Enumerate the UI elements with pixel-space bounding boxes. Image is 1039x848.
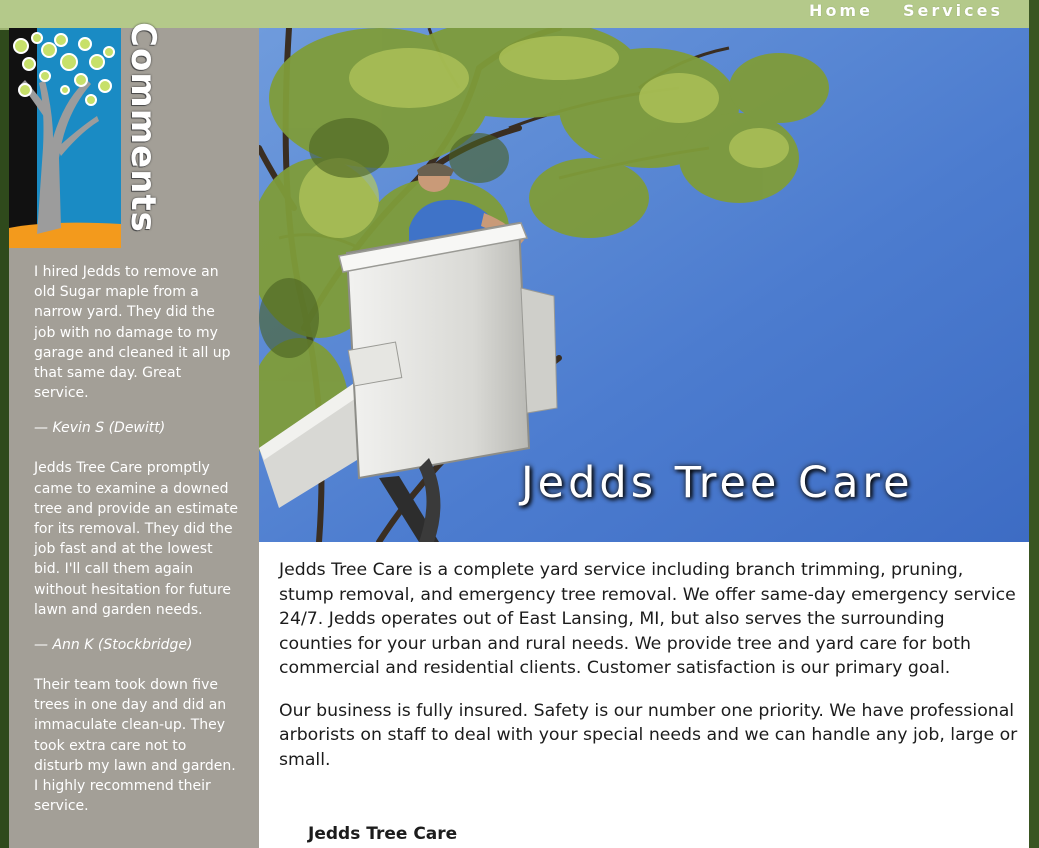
comments-sidebar: Comments I hired Jedds to remove an old … (9, 22, 259, 848)
footer-company-name: Jedds Tree Care (308, 824, 458, 844)
testimonials-list: I hired Jedds to remove an old Sugar map… (34, 262, 239, 816)
intro-paragraph: Jedds Tree Care is a complete yard servi… (279, 560, 1016, 678)
main-content: Jedds Tree Care Jedds Tree Care is a com… (259, 28, 1029, 848)
testimonial-item: Jedds Tree Care promptly came to examine… (34, 458, 239, 655)
page-border-left (0, 0, 9, 848)
page-border-right (1029, 0, 1039, 848)
testimonial-item: Their team took down five trees in one d… (34, 675, 239, 816)
comments-heading: Comments (123, 22, 163, 233)
tree-logo-icon (9, 28, 121, 248)
hero-title: Jedds Tree Care (521, 458, 914, 508)
testimonial-author: — Ann K (Stockbridge) (34, 637, 193, 654)
testimonial-item: I hired Jedds to remove an old Sugar map… (34, 262, 239, 438)
nav-link-home[interactable]: Home (809, 0, 873, 22)
testimonial-text: Jedds Tree Care promptly came to examine… (34, 460, 238, 618)
testimonial-author: — Kevin S (Dewitt) (34, 420, 166, 437)
insurance-paragraph: Our business is fully insured. Safety is… (279, 700, 1018, 770)
intro-text: Jedds Tree Care is a complete yard servi… (279, 558, 1019, 790)
main-nav: Home Services (809, 0, 1003, 22)
hero-banner: Jedds Tree Care (259, 28, 1029, 542)
testimonial-text: I hired Jedds to remove an old Sugar map… (34, 264, 231, 402)
testimonial-text: Their team took down five trees in one d… (34, 677, 236, 815)
nav-link-services[interactable]: Services (903, 0, 1003, 22)
